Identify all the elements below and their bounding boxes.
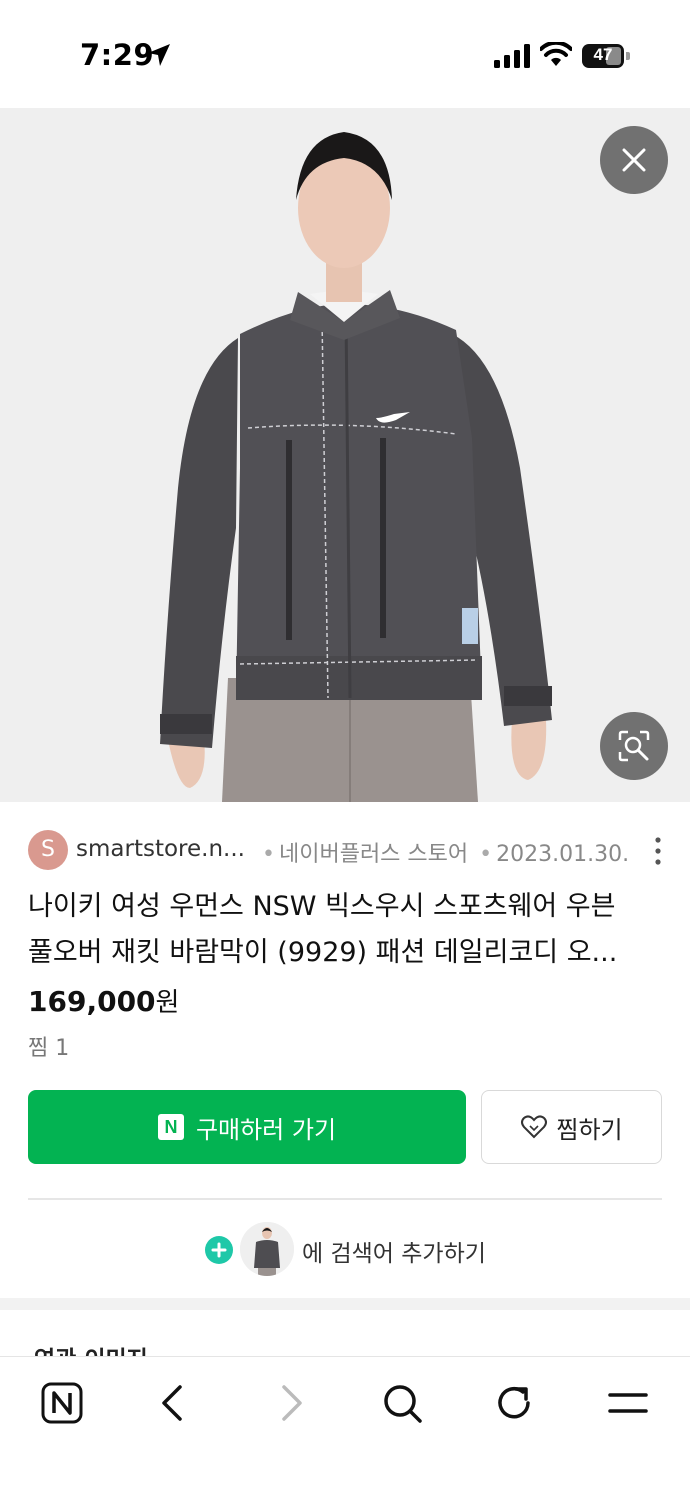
forward-icon[interactable]	[266, 1379, 314, 1427]
product-title-line-1: 나이키 여성 우먼스 NSW 빅스우시 스포츠웨어 우븐	[28, 891, 616, 922]
battery-icon: 47	[582, 44, 630, 68]
status-time: 7:29	[80, 38, 155, 72]
divider	[28, 1198, 662, 1200]
buy-button[interactable]: N 구매하러 가기	[28, 1090, 466, 1164]
image-search-button[interactable]	[600, 712, 668, 780]
product-title[interactable]: 나이키 여성 우먼스 NSW 빅스우시 스포츠웨어 우븐 풀오버 재킷 바람막이…	[28, 884, 658, 976]
product-price: 169,000원	[28, 982, 179, 1019]
wifi-icon	[540, 42, 572, 66]
cellular-signal-icon	[494, 44, 530, 68]
wish-button-label: 찜하기	[556, 1115, 623, 1144]
product-title-line-2: 풀오버 재킷 바람막이 (9929) 패션 데일리코디 오...	[28, 937, 618, 968]
store-meta: • 네이버플러스 스토어 • 2023.01.30.	[262, 842, 630, 867]
more-options-icon[interactable]	[648, 834, 668, 868]
add-search-term-label: 에 검색어 추가하기	[302, 1241, 486, 1267]
wish-button[interactable]: 찜하기	[481, 1090, 662, 1164]
store-name[interactable]: smartstore.n...	[76, 836, 245, 862]
buy-button-label: 구매하러 가기	[195, 1115, 337, 1144]
back-icon[interactable]	[150, 1379, 198, 1427]
jacket-photo	[0, 108, 690, 802]
menu-icon[interactable]	[604, 1379, 652, 1427]
price-value: 169,000	[28, 985, 156, 1018]
product-image[interactable]	[0, 108, 690, 802]
close-button[interactable]	[600, 126, 668, 194]
close-icon	[622, 148, 646, 172]
location-arrow-icon	[148, 44, 170, 66]
heart-plus-icon	[521, 1115, 548, 1139]
store-avatar: S	[28, 830, 68, 870]
price-unit: 원	[155, 988, 180, 1018]
wish-count: 찜 1	[28, 1036, 70, 1061]
status-bar: 7:29 47	[0, 0, 690, 108]
add-search-term-row[interactable]: 에 검색어 추가하기	[0, 1222, 690, 1278]
refresh-icon[interactable]	[490, 1379, 538, 1427]
post-date: 2023.01.30.	[496, 842, 630, 867]
battery-level: 47	[593, 45, 613, 64]
image-search-icon	[618, 730, 650, 762]
naver-n-icon: N	[157, 1114, 184, 1140]
bottom-toolbar	[0, 1356, 690, 1500]
store-source: 네이버플러스 스토어	[278, 842, 469, 867]
section-separator	[0, 1298, 690, 1310]
store-row[interactable]: S smartstore.n... • 네이버플러스 스토어 • 2023.01.3…	[28, 830, 668, 872]
plus-icon	[205, 1236, 233, 1264]
search-icon[interactable]	[378, 1379, 426, 1427]
naver-home-icon[interactable]	[38, 1379, 86, 1427]
product-thumbnail	[240, 1222, 294, 1276]
